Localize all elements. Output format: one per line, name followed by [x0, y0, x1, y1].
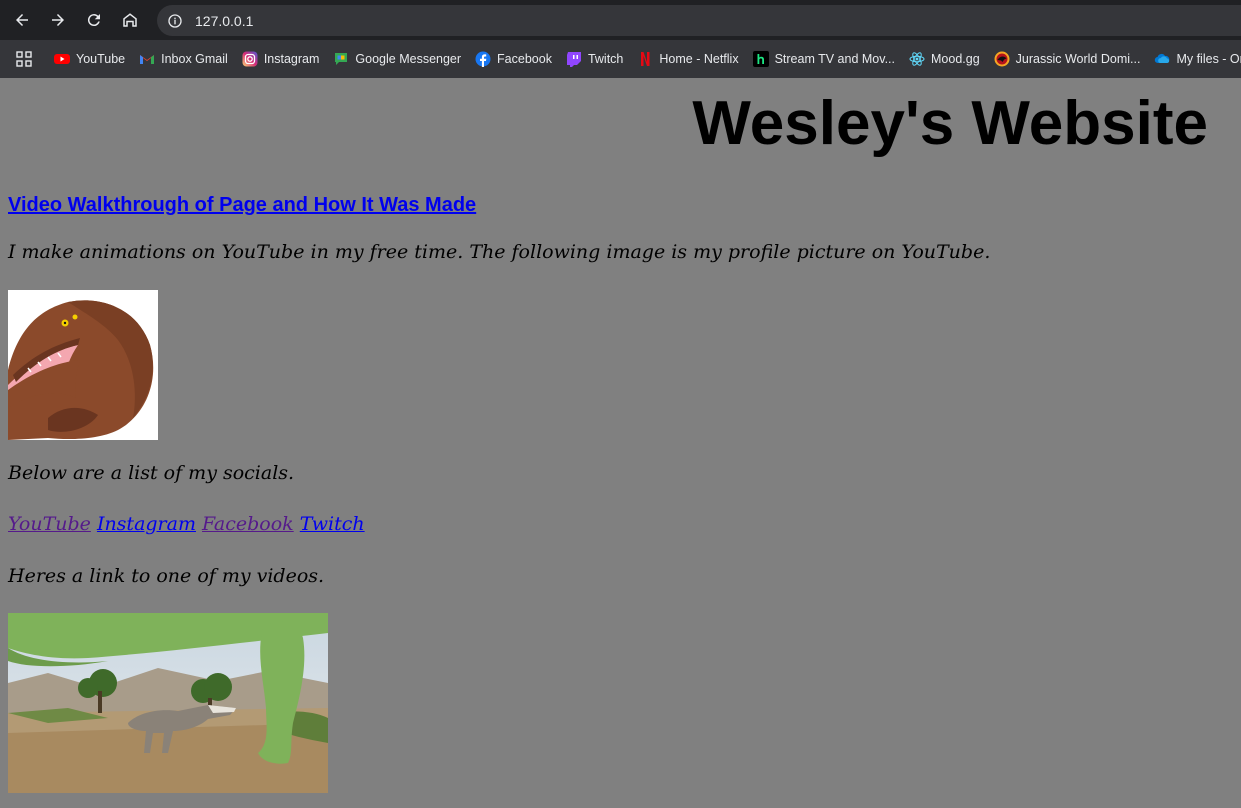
netflix-icon — [637, 51, 653, 67]
bookmark-hulu[interactable]: Stream TV and Mov... — [752, 51, 895, 67]
gmail-icon — [139, 51, 155, 67]
youtube-icon — [54, 51, 70, 67]
bookmark-youtube[interactable]: YouTube — [54, 51, 125, 67]
bookmark-google-messenger[interactable]: Google Messenger — [333, 51, 461, 67]
browser-toolbar: 127.0.0.1 — [0, 0, 1241, 40]
facebook-icon — [475, 51, 491, 67]
back-button[interactable] — [4, 2, 40, 38]
walkthrough-video-link[interactable]: Video Walkthrough of Page and How It Was… — [8, 194, 476, 217]
messages-icon — [333, 51, 349, 67]
apps-grid-icon — [16, 51, 32, 67]
bookmark-onedrive[interactable]: My files - On — [1154, 51, 1241, 67]
instagram-link[interactable]: Instagram — [97, 513, 196, 535]
react-icon — [909, 51, 925, 67]
socials-links: YouTube Instagram Facebook Twitch — [8, 513, 365, 535]
apps-button[interactable] — [16, 48, 32, 70]
jurassic-icon — [994, 51, 1010, 67]
twitch-link[interactable]: Twitch — [300, 513, 365, 535]
reload-button[interactable] — [76, 2, 112, 38]
intro-text: I make animations on YouTube in my free … — [8, 241, 991, 263]
bookmark-mood-gg[interactable]: Mood.gg — [909, 51, 980, 67]
reload-icon — [87, 14, 100, 27]
bookmark-facebook[interactable]: Facebook — [475, 51, 552, 67]
url-text[interactable]: 127.0.0.1 — [195, 13, 253, 29]
bookmark-twitch[interactable]: Twitch — [566, 51, 623, 67]
bookmark-gmail[interactable]: Inbox Gmail — [139, 51, 228, 67]
bookmark-jurassic-world[interactable]: Jurassic World Domi... — [994, 51, 1140, 67]
home-icon — [123, 13, 137, 27]
forward-arrow-icon — [52, 14, 64, 26]
hulu-icon — [752, 51, 769, 67]
site-info-icon[interactable] — [159, 13, 191, 29]
instagram-icon — [242, 51, 258, 67]
youtube-link[interactable]: YouTube — [8, 513, 91, 535]
home-button[interactable] — [112, 2, 148, 38]
bookmark-instagram[interactable]: Instagram — [242, 51, 319, 67]
bookmark-netflix[interactable]: Home - Netflix — [637, 51, 739, 67]
onedrive-icon — [1154, 51, 1170, 67]
page-content: Wesley's Website Video Walkthrough of Pa… — [0, 78, 1241, 808]
bookmarks-bar: YouTube Inbox Gmail Instagram Google Mes… — [0, 40, 1241, 78]
video-intro-text: Heres a link to one of my videos. — [8, 565, 325, 587]
back-arrow-icon — [16, 14, 28, 26]
video-thumbnail-link[interactable] — [8, 613, 328, 793]
socials-intro-text: Below are a list of my socials. — [8, 462, 295, 484]
facebook-link[interactable]: Facebook — [202, 513, 294, 535]
address-bar[interactable]: 127.0.0.1 — [157, 5, 1241, 36]
forward-button[interactable] — [40, 2, 76, 38]
page-title: Wesley's Website — [692, 89, 1208, 158]
twitch-icon — [566, 51, 582, 67]
profile-picture-image — [8, 290, 158, 440]
